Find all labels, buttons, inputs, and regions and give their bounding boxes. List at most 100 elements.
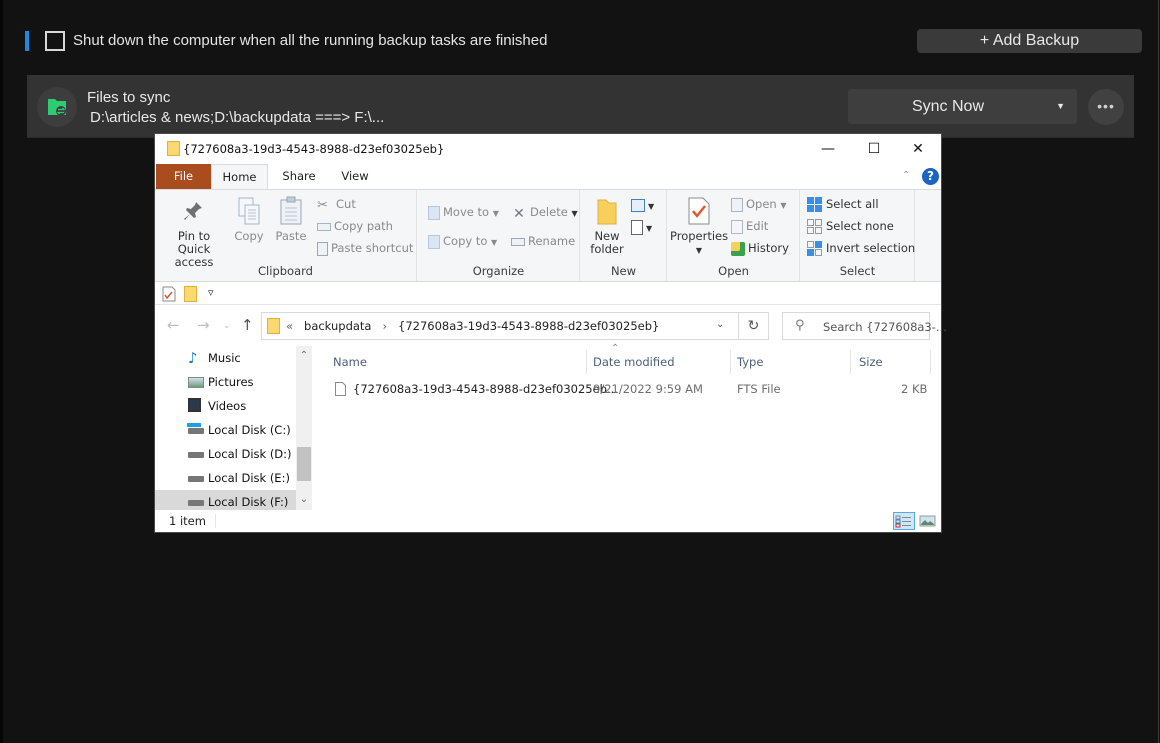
nav-item-local-disk-f[interactable]: Local Disk (F:) xyxy=(155,490,297,510)
customize-qat-icon[interactable]: ▿ xyxy=(208,286,214,299)
maximize-button[interactable]: ☐ xyxy=(851,134,897,164)
open-label: Open xyxy=(746,197,777,211)
edit-button[interactable]: Edit xyxy=(731,217,768,235)
file-type: FTS File xyxy=(737,382,781,396)
paste-icon xyxy=(280,196,302,225)
window-title: {727608a3-19d3-4543-8988-d23ef03025eb} xyxy=(183,142,445,156)
copy-button[interactable]: Copy xyxy=(231,196,267,243)
tab-file[interactable]: File xyxy=(156,164,211,189)
rename-button[interactable]: Rename xyxy=(511,232,575,250)
task-title: Files to sync xyxy=(87,89,171,106)
breadcrumb-backupdata[interactable]: backupdata xyxy=(304,319,371,333)
collapse-ribbon-icon[interactable]: ⌃ xyxy=(902,170,910,181)
new-item-icon xyxy=(631,199,645,212)
easy-access-button[interactable]: ▼ xyxy=(631,218,652,236)
file-explorer-window: {727608a3-19d3-4543-8988-d23ef03025eb} —… xyxy=(154,133,947,533)
nav-label: Local Disk (C:) xyxy=(208,423,291,437)
add-backup-button[interactable]: + Add Backup xyxy=(917,29,1142,53)
delete-button[interactable]: ✕ Delete ▼ xyxy=(511,203,577,222)
group-label-new: New xyxy=(610,264,637,278)
folder-icon xyxy=(167,141,180,156)
select-all-label: Select all xyxy=(826,197,879,211)
scroll-down-icon[interactable]: ⌄ xyxy=(296,492,312,508)
title-bar[interactable]: {727608a3-19d3-4543-8988-d23ef03025eb} —… xyxy=(155,134,941,164)
move-to-button[interactable]: Move to ▼ xyxy=(428,203,499,221)
column-header-name[interactable]: Name xyxy=(315,350,587,374)
paste-button[interactable]: Paste xyxy=(273,196,309,243)
more-options-button[interactable]: ••• xyxy=(1088,89,1124,125)
tab-view[interactable]: View xyxy=(327,164,383,189)
column-header-date-modified[interactable]: Date modified xyxy=(587,350,731,374)
close-button[interactable]: ✕ xyxy=(895,134,941,164)
new-folder-button[interactable]: New folder xyxy=(587,196,627,256)
select-all-button[interactable]: Select all xyxy=(807,195,879,213)
nav-item-music[interactable]: ♪ Music xyxy=(155,346,297,370)
properties-dropdown-icon[interactable]: ▼ xyxy=(696,246,702,255)
minimize-button[interactable]: — xyxy=(805,134,851,164)
address-bar[interactable]: « backupdata › {727608a3-19d3-4543-8988-… xyxy=(261,312,739,340)
nav-label: Local Disk (D:) xyxy=(208,447,292,461)
new-folder-line2: folder xyxy=(590,242,624,256)
file-row[interactable]: {727608a3-19d3-4543-8988-d23ef03025eb...… xyxy=(315,378,935,400)
file-name: {727608a3-19d3-4543-8988-d23ef03025eb... xyxy=(353,382,618,396)
details-view-button[interactable] xyxy=(893,512,915,530)
column-header-type[interactable]: Type xyxy=(731,350,851,374)
nav-pane-scrollbar[interactable]: ⌃ ⌄ xyxy=(296,346,312,510)
forward-arrow-icon[interactable]: → xyxy=(197,316,210,334)
shutdown-checkbox[interactable] xyxy=(45,31,65,51)
breadcrumb-current[interactable]: {727608a3-19d3-4543-8988-d23ef03025eb} xyxy=(398,319,659,333)
pin-to-quick-access-button[interactable]: Pin to Quick access xyxy=(161,196,227,269)
quick-access-toolbar: ▿ xyxy=(155,283,941,305)
caret-down-icon[interactable]: ▼ xyxy=(1056,89,1065,124)
cut-button[interactable]: ✂ Cut xyxy=(317,195,356,213)
file-list: ⌃ Name Date modified Type Size {727608a3… xyxy=(315,343,941,510)
scroll-up-icon[interactable]: ⌃ xyxy=(296,348,312,364)
drive-icon xyxy=(188,452,204,458)
history-button[interactable]: History xyxy=(731,239,789,257)
sync-now-button[interactable]: Sync Now ▼ xyxy=(848,89,1077,124)
group-label-clipboard: Clipboard xyxy=(258,264,313,278)
select-none-button[interactable]: Select none xyxy=(807,217,894,235)
scrollbar-thumb[interactable] xyxy=(297,447,311,481)
paste-shortcut-button[interactable]: Paste shortcut xyxy=(317,239,413,257)
column-header-size[interactable]: Size xyxy=(851,350,931,374)
breadcrumb-separator[interactable]: › xyxy=(382,319,387,333)
copy-path-button[interactable]: Copy path xyxy=(317,217,393,235)
tab-share[interactable]: Share xyxy=(271,164,327,189)
large-icons-view-icon xyxy=(919,515,936,527)
back-arrow-icon[interactable]: ← xyxy=(167,316,180,334)
navigation-pane: ♪ Music Pictures Videos Local Disk (C:) … xyxy=(155,346,313,510)
invert-selection-button[interactable]: Invert selection xyxy=(807,239,915,257)
system-drive-icon xyxy=(188,428,204,434)
nav-item-local-disk-e[interactable]: Local Disk (E:) xyxy=(155,466,297,490)
up-arrow-icon[interactable]: ↑ xyxy=(241,316,254,334)
nav-label: Videos xyxy=(208,399,247,413)
address-dropdown-icon[interactable]: ⌄ xyxy=(716,319,724,330)
properties-button[interactable]: Properties ▼ xyxy=(670,196,728,257)
qat-new-folder-icon[interactable] xyxy=(184,286,197,302)
shutdown-label: Shut down the computer when all the runn… xyxy=(73,32,548,49)
search-input[interactable]: ⚲ Search {727608a3-... xyxy=(782,312,947,340)
pin-icon xyxy=(184,202,202,220)
details-view-icon xyxy=(895,515,911,528)
copy-to-button[interactable]: Copy to ▼ xyxy=(428,232,497,250)
nav-item-videos[interactable]: Videos xyxy=(155,394,297,418)
copy-path-icon xyxy=(317,222,331,231)
edit-label: Edit xyxy=(746,219,769,233)
backup-task-row[interactable]: Files to sync D:\articles & news;D:\back… xyxy=(27,75,1134,138)
nav-item-local-disk-c[interactable]: Local Disk (C:) xyxy=(155,418,297,442)
large-icons-view-button[interactable] xyxy=(917,512,939,530)
new-folder-line1: New xyxy=(594,229,620,243)
tab-home[interactable]: Home xyxy=(211,164,268,190)
refresh-button[interactable]: ↻ xyxy=(739,312,769,340)
help-icon[interactable]: ? xyxy=(922,168,939,185)
recent-locations-icon[interactable]: ⌄ xyxy=(223,321,231,331)
open-button[interactable]: Open ▼ xyxy=(731,195,787,213)
qat-properties-icon[interactable] xyxy=(162,286,176,302)
navigation-bar: ← → ⌄ ↑ « backupdata › {727608a3-19d3-45… xyxy=(155,306,947,346)
breadcrumb-overflow[interactable]: « xyxy=(286,319,293,333)
nav-item-pictures[interactable]: Pictures xyxy=(155,370,297,394)
nav-item-local-disk-d[interactable]: Local Disk (D:) xyxy=(155,442,297,466)
file-date-modified: 9/21/2022 9:59 AM xyxy=(593,382,703,396)
new-item-button[interactable]: ▼ xyxy=(631,196,654,214)
